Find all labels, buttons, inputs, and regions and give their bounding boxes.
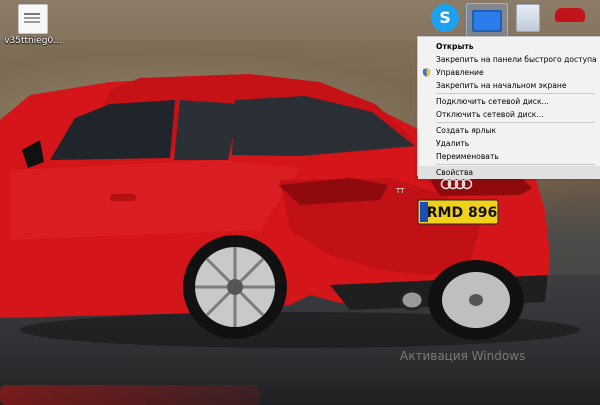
- desktop-icon-recycle-bin[interactable]: [508, 4, 548, 32]
- context-menu-item-delete[interactable]: Удалить: [418, 137, 600, 150]
- context-menu-separator: [436, 93, 595, 94]
- car-app-icon: [555, 8, 585, 22]
- context-menu-item-properties[interactable]: Свойства: [418, 166, 600, 179]
- activation-watermark: Активация Windows: [400, 349, 526, 363]
- context-menu-item-pin-start[interactable]: Закрепить на начальном экране: [418, 79, 600, 92]
- license-plate-text: RMD 896: [427, 205, 497, 221]
- context-menu-item-open[interactable]: Открыть: [418, 40, 600, 53]
- this-pc-icon: [472, 10, 502, 32]
- desktop-icon-car-app[interactable]: [550, 8, 590, 22]
- recycle-bin-icon: [516, 4, 540, 32]
- context-menu-item-map-drive[interactable]: Подключить сетевой диск...: [418, 95, 600, 108]
- context-menu-item-rename[interactable]: Переименовать: [418, 150, 600, 163]
- document-icon: [18, 4, 48, 34]
- context-menu-item-pin-quick-access[interactable]: Закрепить на панели быстрого доступа: [418, 53, 600, 66]
- model-badge: TT: [395, 187, 405, 195]
- context-menu-separator: [436, 164, 595, 165]
- context-menu-item-create-shortcut[interactable]: Создать ярлык: [418, 124, 600, 137]
- desktop-icon-label: v35ttnieg0...: [4, 36, 62, 46]
- shield-icon: [422, 68, 431, 77]
- desktop-wallpaper: RMD 896 TT v35ttnieg0... S Открыть Закре…: [0, 0, 600, 405]
- context-menu-item-manage[interactable]: Управление: [418, 66, 600, 79]
- skype-icon: S: [431, 4, 459, 32]
- context-menu: Открыть Закрепить на панели быстрого дос…: [417, 36, 600, 179]
- context-menu-separator: [436, 122, 595, 123]
- desktop-icon-this-pc[interactable]: [466, 3, 508, 37]
- desktop-icon-file[interactable]: v35ttnieg0...: [2, 4, 64, 46]
- context-menu-item-disconnect-drive[interactable]: Отключить сетевой диск...: [418, 108, 600, 121]
